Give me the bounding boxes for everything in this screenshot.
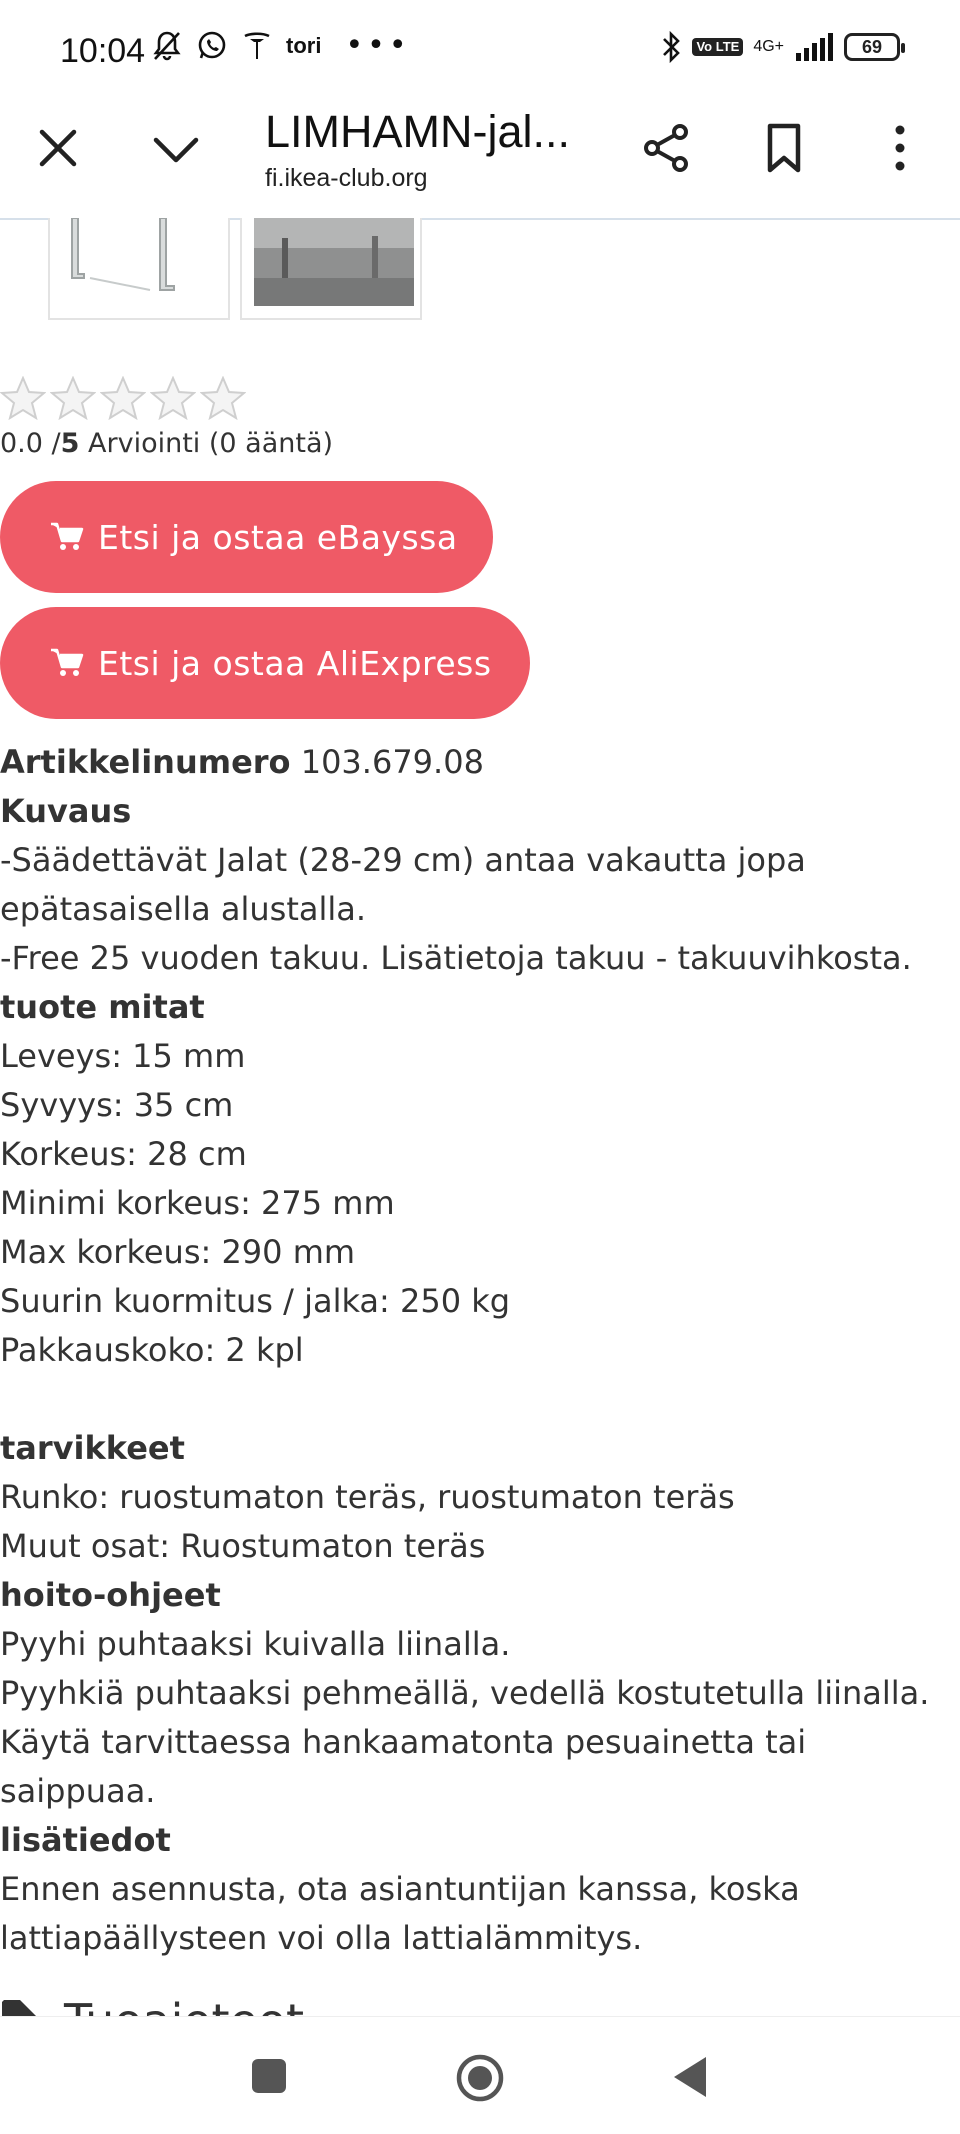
extra-info-line: Ennen asennusta, ota asiantuntijan kanss…: [0, 1870, 800, 1908]
rating-label: Arviointi (0 ääntä): [88, 428, 334, 459]
bluetooth-icon: [663, 30, 681, 64]
product-photo-image: [254, 218, 414, 306]
star-icon[interactable]: [0, 376, 46, 420]
home-button[interactable]: [455, 2053, 505, 2103]
dimension-line: Pakkauskoko: 2 kpl: [0, 1331, 304, 1369]
back-button[interactable]: [672, 2055, 708, 2099]
material-line: Muut osat: Ruostumaton teräs: [0, 1527, 486, 1565]
network-type: 4G+: [753, 38, 784, 55]
dimension-line: Leveys: 15 mm: [0, 1037, 246, 1075]
volte-badge: Vo LTE: [692, 38, 744, 56]
dimensions-heading: tuote mitat: [0, 988, 205, 1026]
product-details: Artikkelinumero 103.679.08 Kuvaus -Sääde…: [0, 738, 960, 1963]
buy-ebay-button[interactable]: Etsi ja ostaa eBayssa: [0, 481, 493, 593]
next-section-title: Tuoaioteot: [64, 1994, 304, 2016]
description-line: -Säädettävät Jalat (28-29 cm) antaa vaka…: [0, 841, 806, 879]
product-thumbnail-1[interactable]: [48, 218, 230, 320]
cart-icon: [51, 648, 84, 676]
next-section-heading: Tuoaioteot: [0, 1992, 400, 2016]
page-url[interactable]: fi.ikea-club.org: [265, 164, 428, 193]
description-line: -Free 25 vuoden takuu. Lisätietoja takuu…: [0, 939, 912, 977]
product-legs-image: [71, 218, 175, 291]
share-icon[interactable]: [640, 122, 692, 174]
extra-info-heading: lisätiedot: [0, 1821, 171, 1859]
notifications-off-icon: [153, 31, 181, 61]
star-icon[interactable]: [150, 376, 196, 420]
buy-ebay-label: Etsi ja ostaa eBayssa: [98, 517, 458, 557]
product-thumbnail-2[interactable]: [240, 218, 422, 320]
description-heading: Kuvaus: [0, 792, 132, 830]
materials-heading: tarvikkeet: [0, 1429, 185, 1467]
more-vert-icon[interactable]: [884, 122, 916, 174]
rating-max: 5: [60, 428, 80, 459]
star-rating[interactable]: [0, 376, 246, 420]
whatsapp-icon: [198, 31, 226, 59]
system-nav-bar: [0, 2016, 960, 2134]
tag-icon: [2, 2000, 36, 2016]
star-icon[interactable]: [200, 376, 246, 420]
star-icon[interactable]: [100, 376, 146, 420]
battery-icon: 69: [844, 33, 905, 61]
battery-level: 69: [861, 36, 883, 57]
buy-aliexpress-label: Etsi ja ostaa AliExpress: [98, 643, 492, 683]
status-time: 10:04: [60, 32, 146, 70]
tesla-icon: [244, 32, 270, 59]
browser-toolbar: LIMHAMN-jal... fi.ikea-club.org: [0, 100, 960, 220]
signal-icon: [796, 33, 833, 61]
article-number-value: 103.679.08: [300, 743, 484, 781]
article-number: Artikkelinumero 103.679.08: [0, 738, 960, 787]
recent-apps-button[interactable]: [252, 2059, 286, 2093]
status-system-icons: Vo LTE 4G+ 69: [660, 30, 905, 64]
article-number-label: Artikkelinumero: [0, 743, 291, 781]
cart-icon: [51, 522, 84, 550]
description-line: epätasaisella alustalla.: [0, 890, 367, 928]
status-notification-icons: tori •••: [152, 30, 411, 62]
rating-score: 0.0: [0, 428, 43, 459]
status-bar: 10:04 tori ••• Vo LTE 4G+ 69: [0, 0, 960, 100]
bookmark-icon[interactable]: [760, 122, 808, 174]
dimension-line: Suurin kuormitus / jalka: 250 kg: [0, 1282, 511, 1320]
rating-summary: 0.0 /5 Arviointi (0 ääntä): [0, 428, 334, 459]
care-line: Pyyhi puhtaaksi kuivalla liinalla.: [0, 1625, 511, 1663]
dimension-line: Minimi korkeus: 275 mm: [0, 1184, 395, 1222]
dimension-line: Syvyys: 35 cm: [0, 1086, 234, 1124]
dimension-line: Korkeus: 28 cm: [0, 1135, 247, 1173]
care-line: Pyyhkiä puhtaaksi pehmeällä, vedellä kos…: [0, 1674, 930, 1712]
chevron-down-icon[interactable]: [150, 128, 202, 172]
extra-info-line: lattiapäällysteen voi olla lattialämmity…: [0, 1919, 643, 1957]
tori-app-label: tori: [286, 33, 322, 58]
dimension-line: Max korkeus: 290 mm: [0, 1233, 356, 1271]
material-line: Runko: ruostumaton teräs, ruostumaton te…: [0, 1478, 735, 1516]
more-notifications-icon: •••: [345, 28, 411, 63]
close-icon[interactable]: [34, 124, 82, 172]
star-icon[interactable]: [50, 376, 96, 420]
buy-aliexpress-button[interactable]: Etsi ja ostaa AliExpress: [0, 607, 530, 719]
care-line: Käytä tarvittaessa hankaamatonta pesuain…: [0, 1723, 807, 1810]
page-title[interactable]: LIMHAMN-jal...: [265, 106, 570, 158]
care-heading: hoito-ohjeet: [0, 1576, 221, 1614]
